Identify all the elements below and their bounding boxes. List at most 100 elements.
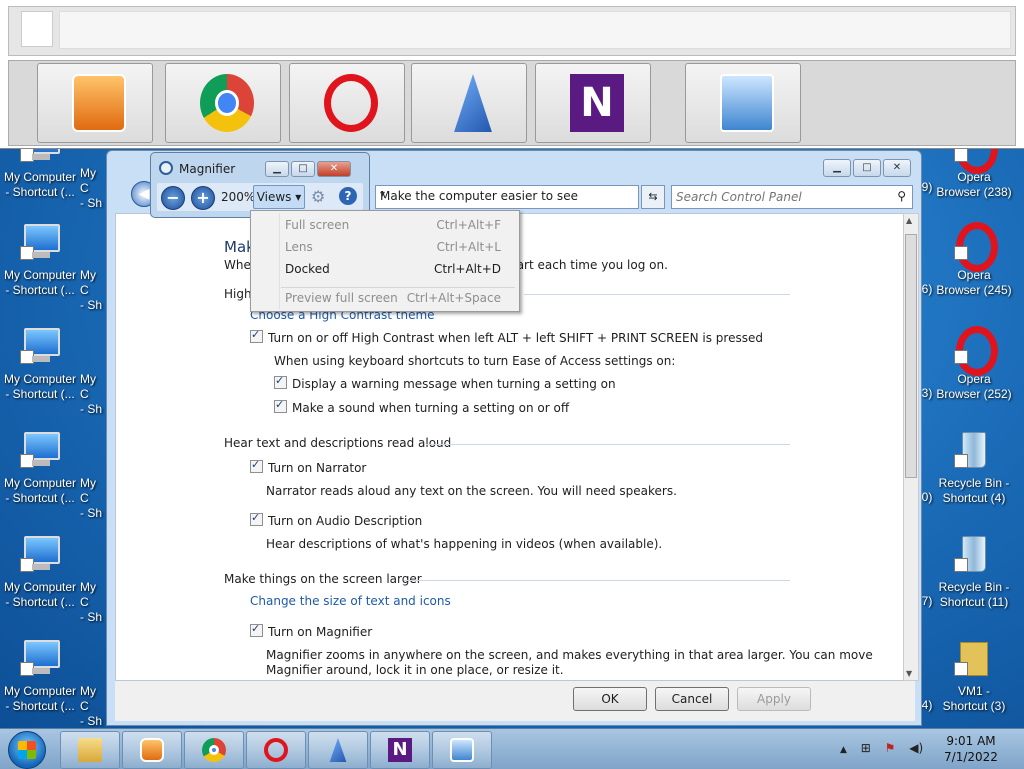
taskbar-ie[interactable]	[308, 731, 368, 769]
section-hear-heading: Hear text and descriptions read aloud	[224, 436, 452, 450]
close-button[interactable]: ✕	[883, 159, 911, 177]
show-hidden-icons-arrow-icon[interactable]: ▲	[840, 745, 847, 755]
menu-gutter	[279, 213, 280, 309]
high-contrast-toggle-checkbox[interactable]: Turn on or off High Contrast when left A…	[250, 328, 763, 345]
taskbar-media-player[interactable]	[122, 731, 182, 769]
refresh-button[interactable]: ⇆	[641, 185, 665, 209]
clock[interactable]: 9:01 AM 7/1/2022	[936, 733, 1006, 765]
volume-icon[interactable]: ◀)	[909, 741, 923, 755]
desktop-icon-my-computer[interactable]: My Computer - Shortcut (...	[0, 638, 80, 714]
desktop-icon-opera[interactable]: Opera Browser (252)	[934, 326, 1014, 402]
computer-icon	[16, 638, 64, 682]
address-bar[interactable]: Make the computer easier to see ▾	[375, 185, 639, 209]
checkbox[interactable]	[250, 622, 263, 637]
search-input[interactable]	[674, 188, 890, 206]
close-button[interactable]: ✕	[317, 161, 351, 177]
magnified-box	[21, 11, 53, 47]
menu-item-docked[interactable]: Docked	[285, 262, 330, 276]
magnified-task-opera[interactable]	[289, 63, 405, 143]
desktop-icon-my-computer[interactable]: My Computer - Shortcut (...	[0, 534, 80, 610]
zoom-out-button[interactable]: −	[161, 186, 185, 210]
zoom-in-button[interactable]: +	[191, 186, 215, 210]
n-app-icon: N	[388, 738, 412, 762]
checkbox[interactable]	[250, 511, 263, 526]
magnified-task-chrome[interactable]	[165, 63, 281, 143]
magnifier-window: Magnifier ▁ □ ✕ − + 200% Views ▾ ⚙ ?	[150, 152, 370, 218]
maximize-button[interactable]: □	[291, 161, 315, 177]
taskbar-explorer[interactable]	[60, 731, 120, 769]
warning-message-checkbox[interactable]: Display a warning message when turning a…	[274, 374, 616, 391]
ok-button[interactable]: OK	[573, 687, 647, 711]
computer-icon	[16, 326, 64, 370]
desktop-icon-partial[interactable]: My C - Sh	[80, 476, 106, 521]
checkbox[interactable]	[250, 458, 263, 473]
chevron-down-icon[interactable]: ▾	[380, 189, 634, 200]
taskbar-n-app[interactable]: N	[370, 731, 430, 769]
search-box[interactable]: ⚲	[671, 185, 913, 209]
opera-icon	[950, 326, 998, 376]
menu-item-lens[interactable]: Lens	[285, 240, 313, 254]
help-icon[interactable]: ?	[339, 187, 357, 205]
vertical-scrollbar[interactable]: ▲ ▼	[903, 213, 919, 681]
action-center-flag-icon[interactable]: ⚑	[885, 741, 896, 755]
menu-item-full-screen[interactable]: Full screen	[285, 218, 349, 232]
scroll-down-arrow[interactable]: ▼	[906, 669, 912, 678]
start-button[interactable]	[8, 731, 46, 769]
desktop-icon-partial[interactable]: My C - Sh	[80, 166, 106, 211]
clock-date: 7/1/2022	[944, 750, 998, 764]
desktop-icon-partial[interactable]: My C - Sh	[80, 580, 106, 625]
network-icon[interactable]: ⊞	[861, 741, 871, 755]
refresh-icon: ⇆	[648, 190, 658, 203]
magnified-task-control-panel[interactable]	[685, 63, 801, 143]
desktop-label-partial: 0)	[921, 490, 933, 504]
cancel-button[interactable]: Cancel	[655, 687, 729, 711]
search-icon[interactable]: ⚲	[897, 189, 906, 203]
views-dropdown-button[interactable]: Views ▾	[253, 185, 305, 209]
desktop-label-partial: 7)	[921, 594, 933, 608]
desktop-icon-my-computer[interactable]: My Computer - Shortcut (...	[0, 430, 80, 506]
desktop-icon-partial[interactable]: My C - Sh	[80, 268, 106, 313]
taskbar-chrome[interactable]	[184, 731, 244, 769]
apply-button[interactable]: Apply	[737, 687, 811, 711]
audio-description-checkbox[interactable]: Turn on Audio Description	[250, 511, 422, 528]
maximize-button[interactable]: □	[853, 159, 881, 177]
minimize-button[interactable]: ▁	[265, 161, 289, 177]
gear-icon[interactable]: ⚙	[311, 187, 325, 206]
magnified-task-wmp[interactable]	[37, 63, 153, 143]
checkbox[interactable]	[274, 374, 287, 389]
taskbar-opera[interactable]	[246, 731, 306, 769]
desktop-icon-vm1[interactable]: VM1 - Shortcut (3)	[934, 638, 1014, 714]
magnifier-caption-buttons: ▁ □ ✕	[263, 160, 351, 177]
make-sound-checkbox[interactable]: Make a sound when turning a setting on o…	[274, 398, 569, 415]
magnifier-title: Magnifier	[179, 162, 236, 176]
narrator-checkbox[interactable]: Turn on Narrator	[250, 458, 366, 475]
scrollbar-thumb[interactable]	[905, 234, 917, 478]
checkbox[interactable]	[250, 328, 263, 343]
scroll-up-arrow[interactable]: ▲	[906, 216, 912, 225]
menu-item-preview-full-screen[interactable]: Preview full screen	[285, 291, 398, 305]
minimize-button[interactable]: ▁	[823, 159, 851, 177]
desktop-icon-partial[interactable]: My C - Sh	[80, 372, 106, 417]
magnified-task-n-app[interactable]: N	[535, 63, 651, 143]
desktop-icon-partial[interactable]: My C - Sh	[80, 684, 106, 729]
system-tray: ▲ ⊞ ⚑ ◀)	[840, 741, 923, 755]
desktop-label-partial: 4)	[921, 698, 933, 712]
chevron-down-icon: ▾	[295, 190, 302, 204]
desktop-icon-my-computer[interactable]: My Computer - Shortcut (...	[0, 326, 80, 402]
shortcut-full-screen: Ctrl+Alt+F	[436, 218, 501, 232]
checkbox[interactable]	[274, 398, 287, 413]
magnifier-description-line2: Magnifier around, lock it in one place, …	[266, 663, 564, 677]
magnifier-checkbox[interactable]: Turn on Magnifier	[250, 622, 372, 639]
magnifier-description-line1: Magnifier zooms in anywhere on the scree…	[266, 648, 873, 662]
desktop-icon-opera[interactable]: Opera Browser (245)	[934, 222, 1014, 298]
desktop-icon-recycle-bin[interactable]: Recycle Bin - Shortcut (4)	[934, 430, 1014, 506]
desktop-icon-recycle-bin[interactable]: Recycle Bin - Shortcut (11)	[934, 534, 1014, 610]
magnifier-icon	[159, 161, 173, 175]
media-player-icon	[72, 74, 126, 132]
taskbar-control-panel[interactable]	[432, 731, 492, 769]
change-text-size-link[interactable]: Change the size of text and icons	[250, 594, 451, 608]
desktop-icon-my-computer[interactable]: My Computer - Shortcut (...	[0, 222, 80, 298]
n-app-icon: N	[570, 74, 624, 132]
magnified-task-ie[interactable]	[411, 63, 527, 143]
divider	[404, 580, 790, 581]
